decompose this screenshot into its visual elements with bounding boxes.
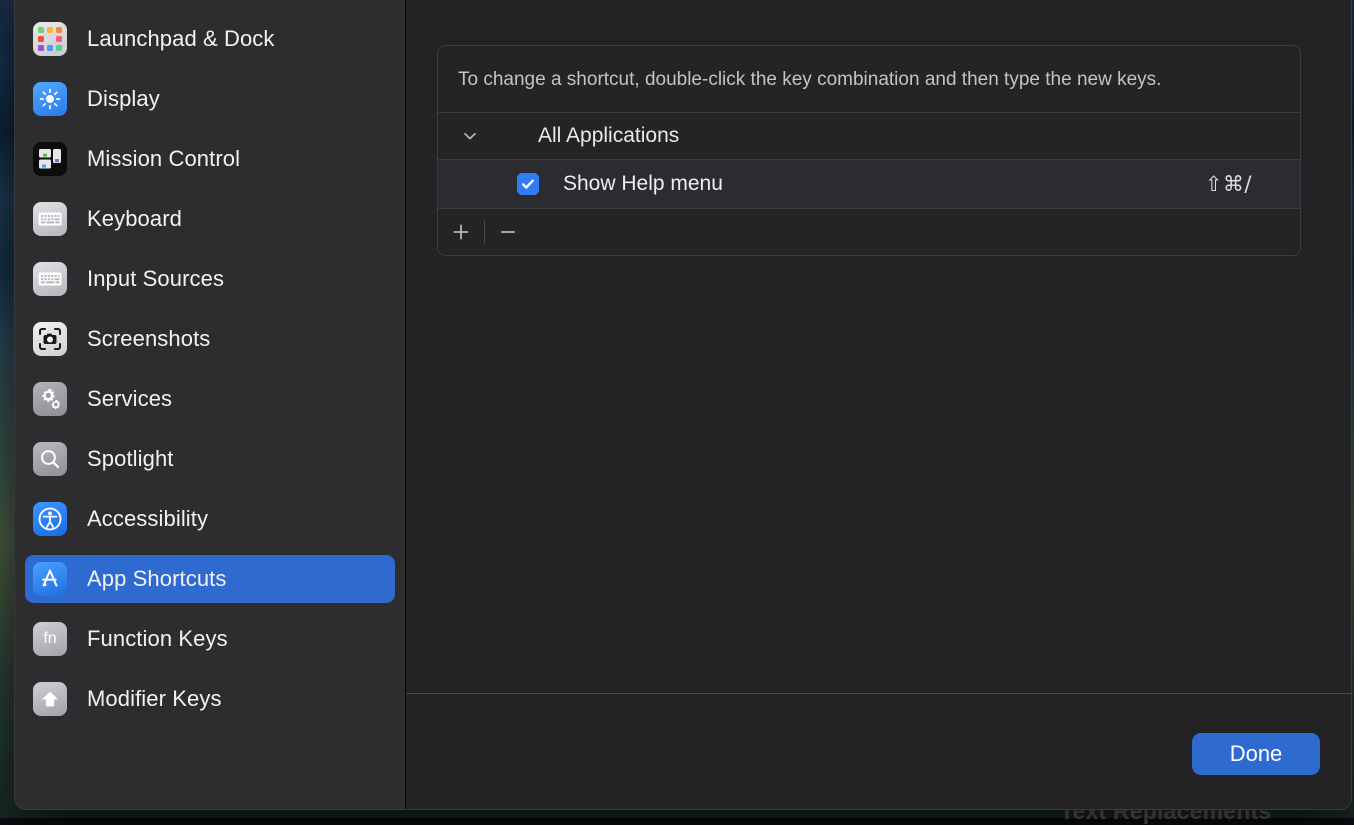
- sidebar-item-label: Function Keys: [87, 626, 228, 652]
- table-row[interactable]: Show Help menu ⇧⌘/: [438, 160, 1300, 208]
- shortcut-enabled-checkbox[interactable]: [517, 173, 539, 195]
- accessibility-icon: [33, 502, 67, 536]
- sidebar-item-spotlight[interactable]: Spotlight: [25, 435, 395, 483]
- shortcut-key-combination[interactable]: ⇧⌘/: [1205, 172, 1252, 196]
- input-sources-keyboard-icon: [33, 262, 67, 296]
- screenshots-camera-icon: [33, 322, 67, 356]
- add-shortcut-button[interactable]: [438, 222, 484, 242]
- remove-shortcut-button[interactable]: [485, 222, 531, 242]
- sidebar-item-label: Accessibility: [87, 506, 208, 532]
- sidebar-item-label: Mission Control: [87, 146, 240, 172]
- sidebar-item-label: Keyboard: [87, 206, 182, 232]
- sidebar-item-label: App Shortcuts: [87, 566, 227, 592]
- launchpad-icon: [33, 22, 67, 56]
- sidebar-item-label: Spotlight: [87, 446, 174, 472]
- shift-arrow-icon: [33, 682, 67, 716]
- keyboard-shortcuts-window: Launchpad & Dock Display: [14, 0, 1352, 810]
- mission-control-icon: [33, 142, 67, 176]
- shortcut-title: Show Help menu: [563, 172, 723, 196]
- fn-glyph: fn: [43, 631, 56, 647]
- spotlight-magnifier-icon: [33, 442, 67, 476]
- footer-divider: [406, 693, 1351, 694]
- services-gears-icon: [33, 382, 67, 416]
- chevron-down-icon[interactable]: [438, 127, 502, 145]
- sidebar-item-app-shortcuts[interactable]: App Shortcuts: [25, 555, 395, 603]
- instructions-text: To change a shortcut, double-click the k…: [438, 46, 1300, 112]
- app-shortcuts-pane: To change a shortcut, double-click the k…: [406, 0, 1351, 809]
- sidebar-item-accessibility[interactable]: Accessibility: [25, 495, 395, 543]
- sidebar-item-function-keys[interactable]: fn Function Keys: [25, 615, 395, 663]
- sidebar-item-display[interactable]: Display: [25, 75, 395, 123]
- sidebar-item-services[interactable]: Services: [25, 375, 395, 423]
- shortcut-group-row-all-applications[interactable]: All Applications: [438, 113, 1300, 159]
- display-brightness-icon: [33, 82, 67, 116]
- sidebar-item-launchpad-and-dock[interactable]: Launchpad & Dock: [25, 15, 395, 63]
- shortcut-group-label: All Applications: [538, 124, 679, 148]
- sidebar-item-label: Screenshots: [87, 326, 210, 352]
- sidebar-item-label: Modifier Keys: [87, 686, 222, 712]
- sidebar-item-label: Display: [87, 86, 160, 112]
- sidebar-item-label: Launchpad & Dock: [87, 26, 275, 52]
- shortcuts-list-card: To change a shortcut, double-click the k…: [437, 45, 1301, 256]
- sidebar-item-mission-control[interactable]: Mission Control: [25, 135, 395, 183]
- sidebar-item-label: Input Sources: [87, 266, 224, 292]
- shortcuts-list-toolbar: [438, 209, 1300, 255]
- done-button[interactable]: Done: [1192, 733, 1320, 775]
- sidebar-item-modifier-keys[interactable]: Modifier Keys: [25, 675, 395, 723]
- fn-key-icon: fn: [33, 622, 67, 656]
- keyboard-icon: [33, 202, 67, 236]
- sidebar-item-screenshots[interactable]: Screenshots: [25, 315, 395, 363]
- sidebar-item-label: Services: [87, 386, 172, 412]
- sidebar-item-input-sources[interactable]: Input Sources: [25, 255, 395, 303]
- shortcut-category-sidebar: Launchpad & Dock Display: [15, 0, 406, 809]
- sidebar-item-keyboard[interactable]: Keyboard: [25, 195, 395, 243]
- app-shortcuts-icon: [33, 562, 67, 596]
